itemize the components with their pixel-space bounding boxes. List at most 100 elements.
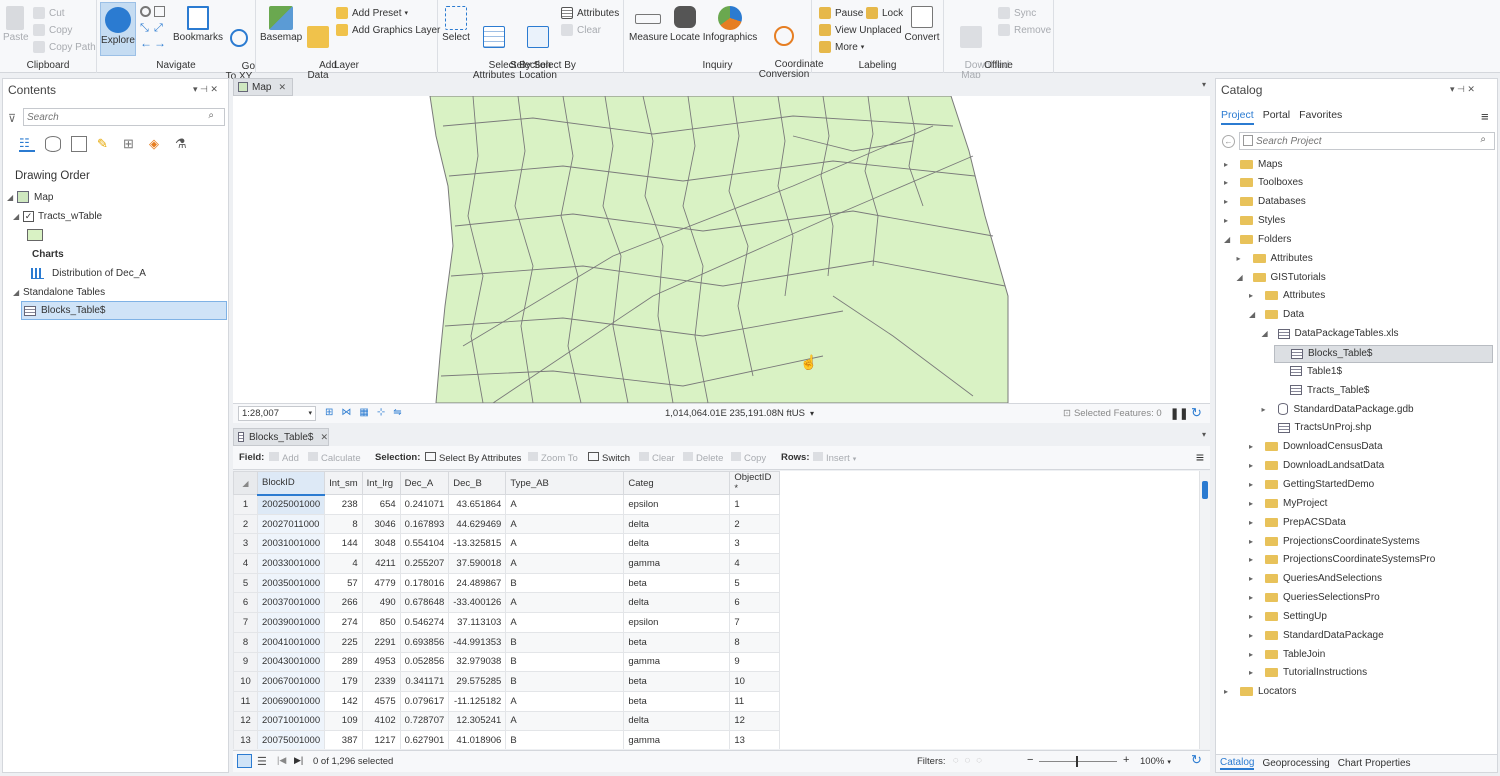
catalog-item[interactable]: ▸ Toolboxes	[1224, 175, 1303, 191]
table-row[interactable]: 9 20043001000 289 4953 0.052856 32.979038 Bgam…	[233, 651, 781, 673]
table-cell[interactable]: epsilon	[623, 612, 731, 633]
zoom-level[interactable]: 100% ▾	[1140, 756, 1171, 767]
table-cell[interactable]: epsilon	[623, 494, 731, 515]
lock-button[interactable]: Lock	[866, 7, 903, 19]
expand-arrow-icon[interactable]: ▸	[1224, 178, 1234, 187]
remove-button[interactable]: Remove	[998, 24, 1051, 36]
snapping-icon[interactable]: ⋈	[341, 407, 351, 418]
table-cell[interactable]: 13	[729, 730, 781, 749]
table-cell[interactable]: 4	[729, 553, 781, 574]
table-cell[interactable]: A	[505, 513, 625, 535]
first-record-icon[interactable]: |◀	[277, 755, 286, 766]
table-cell[interactable]: 142	[324, 690, 363, 712]
collapse-arrow-icon[interactable]: ◢	[13, 288, 23, 297]
copy-path-button[interactable]: Copy Path	[33, 41, 96, 53]
table-cell[interactable]: 4	[324, 553, 363, 574]
table-cell[interactable]: 0.167893	[399, 513, 450, 535]
zoom-out-icon[interactable]: −	[1027, 754, 1033, 766]
table-cell[interactable]: 41.018906	[448, 730, 507, 749]
collapse-arrow-icon[interactable]: ◢	[13, 212, 23, 221]
table-cell[interactable]: 20025001000	[256, 494, 326, 515]
table-cell[interactable]: 20039001000	[256, 612, 326, 633]
table-cell[interactable]: -33.400126	[448, 592, 507, 614]
table-cell[interactable]: 1217	[361, 730, 401, 749]
table-cell[interactable]: 850	[361, 612, 401, 633]
expand-arrow-icon[interactable]: ▸	[1249, 593, 1259, 602]
collapse-arrow-icon[interactable]: ◢	[1249, 310, 1259, 319]
chart-item[interactable]: Distribution of Dec_A	[31, 265, 146, 281]
tab-geoprocessing[interactable]: Geoprocessing	[1262, 758, 1329, 769]
table-cell[interactable]: -44.991353	[448, 631, 507, 653]
pane-options-icon[interactable]: ▾ ⊣ ✕	[1450, 84, 1475, 95]
calculate-button[interactable]: Calculate	[308, 452, 361, 464]
catalog-item[interactable]: ◢ Folders	[1224, 231, 1291, 247]
table-row[interactable]: 13 20075001000 387 1217 0.627901 41.018906 Bga…	[233, 730, 781, 749]
zoom-in-icon[interactable]: +	[1123, 754, 1129, 766]
perspective-tab-icon[interactable]: ⚗	[175, 136, 191, 152]
table-cell[interactable]: 32.979038	[448, 651, 507, 673]
explore-button[interactable]: Explore	[100, 2, 136, 56]
locate-button[interactable]: Locate	[669, 6, 701, 43]
close-icon[interactable]: ✕	[320, 432, 328, 443]
attributes-button[interactable]: Attributes	[561, 7, 619, 19]
labeling-tab-icon[interactable]: ◈	[149, 136, 165, 152]
table-row[interactable]: 11 20069001000 142 4575 0.079617 -11.125182 Ab…	[233, 690, 781, 712]
measure-button[interactable]: Measure	[629, 6, 668, 43]
table-row[interactable]: 8 20041001000 225 2291 0.693856 -44.991353 Bbe…	[233, 631, 781, 653]
table-cell[interactable]: 654	[361, 494, 401, 515]
zoom-slider[interactable]	[1039, 761, 1117, 762]
coordinate-readout[interactable]: 1,014,064.01E 235,191.08N ftUS ▾	[665, 408, 814, 419]
row-number[interactable]: 2	[233, 513, 258, 535]
column-header[interactable]: BlockID	[256, 471, 326, 496]
column-header[interactable]: Categ	[623, 471, 731, 495]
expand-arrow-icon[interactable]: ▸	[1249, 668, 1259, 677]
table-cell[interactable]: -11.125182	[448, 690, 507, 712]
table-cell[interactable]: 20035001000	[256, 572, 326, 594]
table-cell[interactable]: delta	[623, 592, 731, 614]
table-cell[interactable]: 4575	[361, 690, 401, 712]
row-number[interactable]: 13	[233, 730, 258, 749]
table-item-selected[interactable]: Blocks_Table$	[21, 301, 227, 320]
scrollbar-thumb[interactable]	[1202, 481, 1208, 499]
table-cell[interactable]: 20033001000	[256, 553, 326, 574]
more-button[interactable]: More ▾	[819, 41, 864, 53]
catalog-item[interactable]: ▸ MyProject	[1249, 495, 1327, 511]
tab-project[interactable]: Project	[1221, 109, 1254, 125]
table-cell[interactable]: 20067001000	[256, 671, 326, 692]
table-cell[interactable]: 29.575285	[448, 671, 507, 692]
table-cell[interactable]: 20031001000	[256, 533, 326, 555]
table-cell[interactable]: A	[505, 710, 625, 732]
catalog-item[interactable]: ▸ ProjectionsCoordinateSystemsPro	[1249, 552, 1435, 568]
filter-buttons[interactable]: ◌◌◌	[953, 755, 988, 766]
column-header[interactable]: Type_AB	[505, 471, 625, 495]
catalog-search-box[interactable]: ⌕	[1239, 132, 1495, 150]
table-cell[interactable]: 37.590018	[448, 553, 507, 574]
collapse-arrow-icon[interactable]: ◢	[1262, 329, 1272, 338]
tab-chart-properties[interactable]: Chart Properties	[1338, 758, 1411, 769]
table-cell[interactable]: 20071001000	[256, 710, 326, 732]
tab-portal[interactable]: Portal	[1263, 109, 1290, 125]
catalog-item[interactable]: Blocks_Table$	[1274, 344, 1493, 363]
table-cell[interactable]: 20037001000	[256, 592, 326, 614]
table-cell[interactable]: 387	[324, 730, 363, 749]
table-row[interactable]: 5 20035001000 57 4779 0.178016 24.489867 Bbeta…	[233, 572, 781, 594]
catalog-item[interactable]: Tracts_Table$	[1274, 382, 1369, 398]
select-button[interactable]: Select	[442, 6, 470, 43]
table-cell[interactable]: A	[505, 494, 625, 515]
table-row[interactable]: 2 20027011000 8 3046 0.167893 44.629469 Adelta…	[233, 513, 781, 535]
column-header[interactable]: ObjectID *	[729, 471, 781, 495]
expand-arrow-icon[interactable]: ▸	[1249, 612, 1259, 621]
catalog-item[interactable]: ▸ DownloadCensusData	[1249, 439, 1383, 455]
switch-button[interactable]: Switch	[588, 452, 630, 464]
column-header[interactable]: Dec_B	[448, 471, 507, 495]
paste-button[interactable]: Paste	[3, 6, 29, 43]
table-cell[interactable]: 4211	[361, 553, 401, 574]
table-menu-icon[interactable]: ≡	[1196, 449, 1204, 465]
collapse-arrow-icon[interactable]: ◢	[1224, 235, 1234, 244]
contents-search-box[interactable]: ⌕	[23, 108, 225, 126]
collapse-arrow-icon[interactable]: ◢	[7, 193, 17, 202]
table-cell[interactable]: B	[505, 631, 625, 653]
catalog-item[interactable]: ▸ SettingUp	[1249, 608, 1327, 624]
catalog-item[interactable]: ▸ Locators	[1224, 684, 1296, 700]
table-cell[interactable]: 10	[729, 671, 781, 692]
